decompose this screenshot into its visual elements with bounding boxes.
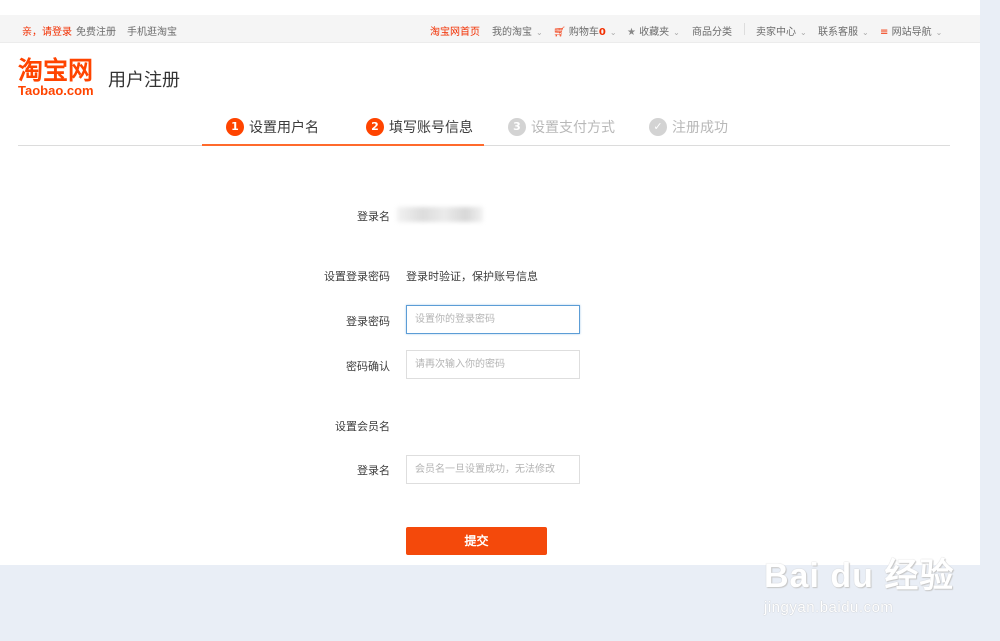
favorites-label: 收藏夹: [639, 27, 670, 38]
check-icon: ✓: [649, 118, 667, 136]
set-password-description: 登录时验证，保护账号信息: [406, 270, 538, 283]
chevron-down-icon: ⌄: [800, 28, 807, 37]
step-number-badge: 1: [226, 118, 244, 136]
password-input[interactable]: [406, 305, 580, 334]
step-label: 设置用户名: [249, 120, 319, 136]
divider: [744, 23, 745, 35]
registration-steps: 1 设置用户名 2 填写账号信息 3 设置支付方式 ✓ 注册成功: [18, 112, 950, 146]
mobile-taobao-link[interactable]: 手机逛淘宝: [127, 23, 177, 38]
chevron-down-icon: ⌄: [609, 28, 617, 37]
login-link[interactable]: 亲，请登录: [22, 23, 72, 38]
favorites-menu[interactable]: ★ 收藏夹 ⌄: [627, 23, 680, 38]
taobao-logo[interactable]: 淘宝网 Taobao.com: [18, 58, 94, 98]
step-register-success: ✓ 注册成功: [649, 117, 728, 137]
categories-link[interactable]: 商品分类: [692, 23, 732, 38]
baidu-jingyan-watermark: Bai du 经验 jingyan.baidu.com: [764, 548, 954, 616]
my-taobao-label: 我的淘宝: [492, 27, 532, 38]
menu-icon: ≡: [880, 27, 889, 38]
chevron-down-icon: ⌄: [673, 28, 680, 37]
seller-center-menu[interactable]: 卖家中心 ⌄: [756, 23, 807, 38]
step-progress-underline: [202, 144, 484, 146]
customer-service-label: 联系客服: [818, 27, 858, 38]
cart-menu[interactable]: 🛒︎ 购物车0 ⌄: [553, 23, 617, 38]
step-set-payment: 3 设置支付方式: [508, 117, 615, 137]
watermark-logo-text: Bai du 经验: [764, 557, 955, 595]
login-name-label: 登录名: [357, 210, 390, 223]
step-number-badge: 3: [508, 118, 526, 136]
page-title: 用户注册: [108, 70, 180, 91]
password-label: 登录密码: [346, 315, 390, 328]
taobao-home-link[interactable]: 淘宝网首页: [430, 23, 480, 38]
cart-label: 购物车: [568, 27, 599, 38]
my-taobao-menu[interactable]: 我的淘宝 ⌄: [492, 23, 543, 38]
cart-icon: 🛒︎: [553, 27, 566, 38]
member-login-name-label: 登录名: [357, 464, 390, 477]
chevron-down-icon: ⌄: [536, 28, 543, 37]
cart-count: 0: [598, 27, 606, 38]
page-container: 亲，请登录 免费注册 手机逛淘宝 淘宝网首页 我的淘宝 ⌄ 🛒︎ 购物车0 ⌄ ★ …: [0, 0, 980, 565]
step-label: 注册成功: [672, 120, 728, 136]
member-name-section-label: 设置会员名: [335, 420, 390, 433]
login-name-value-redacted: [397, 207, 483, 222]
step-label: 填写账号信息: [389, 120, 473, 136]
submit-button[interactable]: 提交: [406, 527, 547, 555]
chevron-down-icon: ⌄: [935, 28, 943, 37]
logo-en-text: Taobao.com: [18, 83, 94, 98]
confirm-password-input[interactable]: [406, 350, 580, 379]
member-name-input[interactable]: [406, 455, 580, 484]
confirm-password-label: 密码确认: [346, 360, 390, 373]
step-label: 设置支付方式: [531, 120, 615, 136]
watermark-url: jingyan.baidu.com: [764, 599, 894, 616]
site-nav-menu[interactable]: ≡ 网站导航 ⌄: [880, 23, 942, 38]
step-number-badge: 2: [366, 118, 384, 136]
step-set-username: 1 设置用户名: [226, 117, 319, 137]
register-link[interactable]: 免费注册: [76, 23, 116, 38]
site-nav-label: 网站导航: [891, 27, 932, 38]
set-password-label: 设置登录密码: [324, 270, 390, 283]
logo-cn-text: 淘宝网: [18, 56, 94, 85]
site-topbar: 亲，请登录 免费注册 手机逛淘宝 淘宝网首页 我的淘宝 ⌄ 🛒︎ 购物车0 ⌄ ★ …: [0, 15, 980, 43]
step-fill-account-info: 2 填写账号信息: [366, 117, 473, 137]
star-icon: ★: [627, 27, 636, 38]
seller-center-label: 卖家中心: [756, 27, 796, 38]
chevron-down-icon: ⌄: [862, 28, 869, 37]
customer-service-menu[interactable]: 联系客服 ⌄: [818, 23, 869, 38]
